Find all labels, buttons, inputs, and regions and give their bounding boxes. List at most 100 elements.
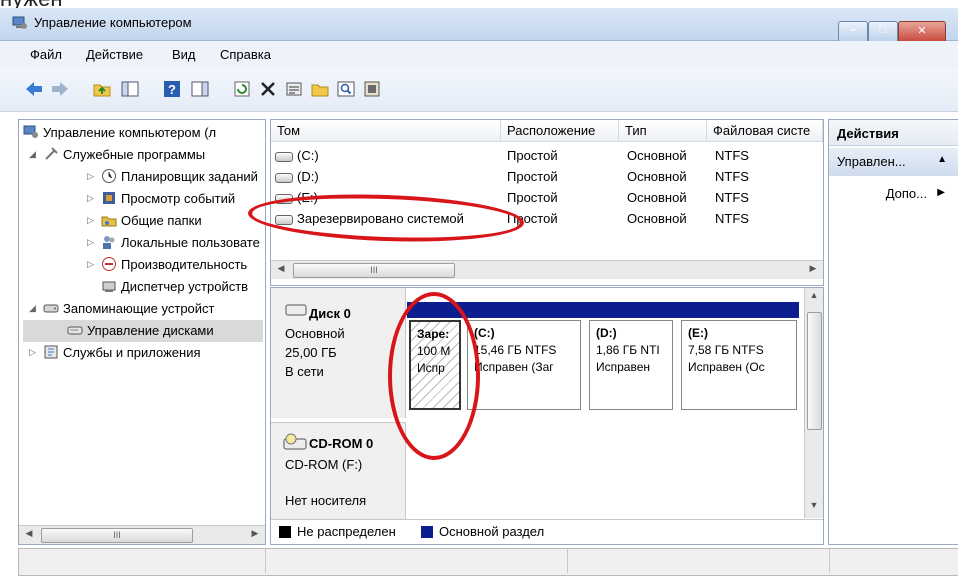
disk0-size: 25,00 ГБ bbox=[285, 345, 337, 360]
chevron-right-icon[interactable]: ▷ bbox=[87, 193, 94, 204]
chevron-right-icon[interactable]: ▷ bbox=[87, 259, 94, 270]
tree-item-label: Диспетчер устройств bbox=[121, 279, 249, 294]
volume-fs: NTFS bbox=[715, 169, 749, 184]
up-folder-icon[interactable] bbox=[92, 79, 112, 99]
disk-layout-pane: Диск 0 Основной 25,00 ГБ В сети Заре: 10… bbox=[270, 287, 824, 545]
tree-item-label: Локальные пользовате bbox=[121, 235, 260, 250]
maximize-button[interactable]: □ bbox=[868, 21, 898, 43]
scroll-left-icon[interactable]: ◀ bbox=[273, 263, 289, 277]
partition-status: Исправен (Заг bbox=[474, 360, 554, 374]
menu-file[interactable]: Файл bbox=[30, 47, 62, 62]
partition-status: Исправен bbox=[596, 360, 651, 374]
open-folder-icon[interactable] bbox=[310, 79, 330, 99]
chevron-right-icon[interactable]: ▷ bbox=[87, 171, 94, 182]
column-header-volume[interactable]: Том bbox=[271, 120, 501, 142]
event-viewer-icon bbox=[103, 192, 115, 204]
console-tree-pane: Управление компьютером (л ◢ Служебные пр… bbox=[18, 119, 266, 545]
scroll-down-icon[interactable]: ▼ bbox=[806, 500, 822, 514]
column-header-type[interactable]: Тип bbox=[619, 120, 707, 142]
shared-folder-icon bbox=[101, 216, 117, 227]
device-manager-icon bbox=[102, 281, 116, 292]
cdrom-icon bbox=[283, 433, 307, 450]
menu-view[interactable]: Вид bbox=[172, 47, 196, 62]
chevron-right-icon: ▶ bbox=[937, 187, 945, 198]
refresh-icon[interactable] bbox=[232, 79, 252, 99]
cdrom0-name: CD-ROM 0 bbox=[309, 436, 374, 451]
search-icon[interactable] bbox=[336, 79, 356, 99]
tree-item-disk-management[interactable]: Управление дисками bbox=[23, 320, 263, 342]
cdrom0-type: CD-ROM (F:) bbox=[285, 457, 363, 472]
actions-more[interactable]: Допо... ▶ bbox=[829, 182, 958, 206]
close-icon: ✕ bbox=[917, 25, 927, 37]
minimize-button[interactable]: – bbox=[838, 21, 868, 43]
settings-icon[interactable] bbox=[362, 79, 382, 99]
tree-horizontal-scrollbar[interactable]: ◀ III ▶ bbox=[19, 525, 265, 544]
tree-item-label: Управление дисками bbox=[87, 323, 214, 338]
menu-help[interactable]: Справка bbox=[220, 47, 271, 62]
volume-list-horizontal-scrollbar[interactable]: ◀ III ▶ bbox=[271, 260, 823, 279]
volume-layout: Простой bbox=[507, 148, 558, 163]
computer-management-icon bbox=[12, 16, 27, 29]
show-hide-console-tree-icon[interactable] bbox=[120, 79, 140, 99]
partition-c[interactable]: (C:) 15,46 ГБ NTFS Исправен (Заг bbox=[467, 320, 581, 410]
svg-text:?: ? bbox=[168, 82, 176, 97]
toolbar: ? bbox=[0, 67, 958, 112]
actions-section-disk-management[interactable]: Управлен... ▲ bbox=[829, 148, 958, 176]
drive-icon bbox=[275, 151, 293, 162]
chevron-right-icon[interactable]: ▷ bbox=[29, 347, 36, 358]
disk0-status: В сети bbox=[285, 364, 324, 379]
close-button[interactable]: ✕ bbox=[898, 21, 946, 43]
actions-section-label: Управлен... bbox=[837, 154, 906, 169]
window-title: Управление компьютером bbox=[34, 15, 192, 30]
scroll-left-icon[interactable]: ◀ bbox=[21, 528, 37, 542]
status-segment bbox=[19, 549, 266, 573]
disk0-name: Диск 0 bbox=[309, 306, 351, 321]
legend-swatch-primary bbox=[421, 526, 433, 538]
back-arrow-icon[interactable] bbox=[24, 79, 44, 99]
menu-action[interactable]: Действие bbox=[86, 47, 143, 62]
partition-d[interactable]: (D:) 1,86 ГБ NTI Исправен bbox=[589, 320, 673, 410]
volume-name: (D:) bbox=[297, 169, 319, 184]
cdrom0-label[interactable]: CD-ROM 0 CD-ROM (F:) Нет носителя bbox=[271, 422, 406, 519]
status-bar bbox=[18, 548, 958, 576]
chevron-right-icon[interactable]: ▷ bbox=[87, 237, 94, 248]
collapse-icon[interactable]: ▲ bbox=[937, 154, 947, 165]
delete-icon[interactable] bbox=[258, 79, 278, 99]
partition-size: 7,58 ГБ NTFS bbox=[688, 343, 764, 357]
volume-name: (C:) bbox=[297, 148, 319, 163]
disk-vertical-scrollbar[interactable]: ▲ ▼ bbox=[804, 288, 823, 518]
disk0-type: Основной bbox=[285, 326, 345, 341]
drive-icon bbox=[275, 172, 293, 183]
scroll-thumb[interactable]: III bbox=[41, 528, 193, 543]
partition-e[interactable]: (E:) 7,58 ГБ NTFS Исправен (Ос bbox=[681, 320, 797, 410]
properties-icon[interactable] bbox=[284, 79, 304, 99]
scroll-right-icon[interactable]: ▶ bbox=[805, 263, 821, 277]
help-icon[interactable]: ? bbox=[162, 79, 182, 99]
volume-fs: NTFS bbox=[715, 190, 749, 205]
maximize-icon: □ bbox=[879, 24, 887, 36]
scroll-thumb[interactable]: III bbox=[293, 263, 455, 278]
column-header-layout[interactable]: Расположение bbox=[501, 120, 619, 142]
status-segment bbox=[569, 549, 830, 573]
partition-label: (C:) bbox=[474, 326, 495, 340]
scroll-up-icon[interactable]: ▲ bbox=[806, 290, 822, 304]
chevron-down-icon[interactable]: ◢ bbox=[29, 303, 36, 314]
legend-swatch-unallocated bbox=[279, 526, 291, 538]
chevron-right-icon[interactable]: ▷ bbox=[87, 215, 94, 226]
chevron-down-icon[interactable]: ◢ bbox=[29, 149, 36, 160]
menu-bar: Файл Действие Вид Справка bbox=[0, 41, 958, 67]
show-hide-action-pane-icon[interactable] bbox=[190, 79, 210, 99]
disk0-label[interactable]: Диск 0 Основной 25,00 ГБ В сети bbox=[271, 288, 406, 418]
forward-arrow-icon[interactable] bbox=[50, 79, 70, 99]
title-bar[interactable]: Управление компьютером – □ ✕ bbox=[0, 8, 958, 43]
users-icon bbox=[103, 236, 115, 249]
scroll-thumb[interactable] bbox=[807, 312, 822, 430]
volume-layout: Простой bbox=[507, 190, 558, 205]
cdrom0-status: Нет носителя bbox=[285, 493, 367, 508]
scroll-right-icon[interactable]: ▶ bbox=[247, 528, 263, 542]
column-header-filesystem[interactable]: Файловая систе bbox=[707, 120, 823, 142]
partition-size: 15,46 ГБ NTFS bbox=[474, 343, 557, 357]
tree-item-label: Служебные программы bbox=[63, 147, 206, 162]
clock-icon bbox=[102, 169, 116, 183]
volume-type: Основной bbox=[627, 190, 687, 205]
